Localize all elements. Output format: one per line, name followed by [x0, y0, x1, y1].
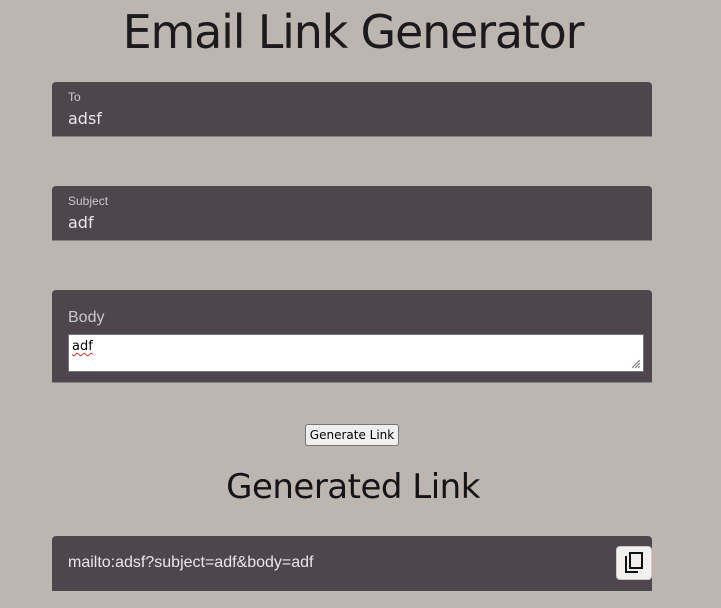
body-label: Body — [68, 309, 105, 326]
page-title: Email Link Generator — [122, 5, 585, 59]
generate-link-button[interactable]: Generate Link — [305, 424, 399, 446]
copy-icon — [625, 552, 643, 573]
subject-label: Subject — [68, 194, 109, 208]
resize-handle-icon[interactable] — [629, 357, 641, 369]
generated-link-text: mailto:adsf?subject=adf&body=adf — [68, 554, 314, 571]
body-textarea[interactable]: adf — [68, 334, 644, 372]
generated-link-box: mailto:adsf?subject=adf&body=adf — [52, 536, 652, 591]
to-label: To — [68, 90, 81, 104]
to-field[interactable]: To adsf — [52, 82, 652, 137]
generated-link-title: Generated Link — [226, 467, 480, 507]
body-text: adf — [72, 339, 93, 354]
subject-input[interactable]: adf — [68, 213, 94, 232]
copy-button[interactable] — [616, 546, 652, 580]
body-field: Body adf — [52, 290, 652, 383]
subject-field[interactable]: Subject adf — [52, 186, 652, 241]
to-input[interactable]: adsf — [68, 109, 102, 128]
